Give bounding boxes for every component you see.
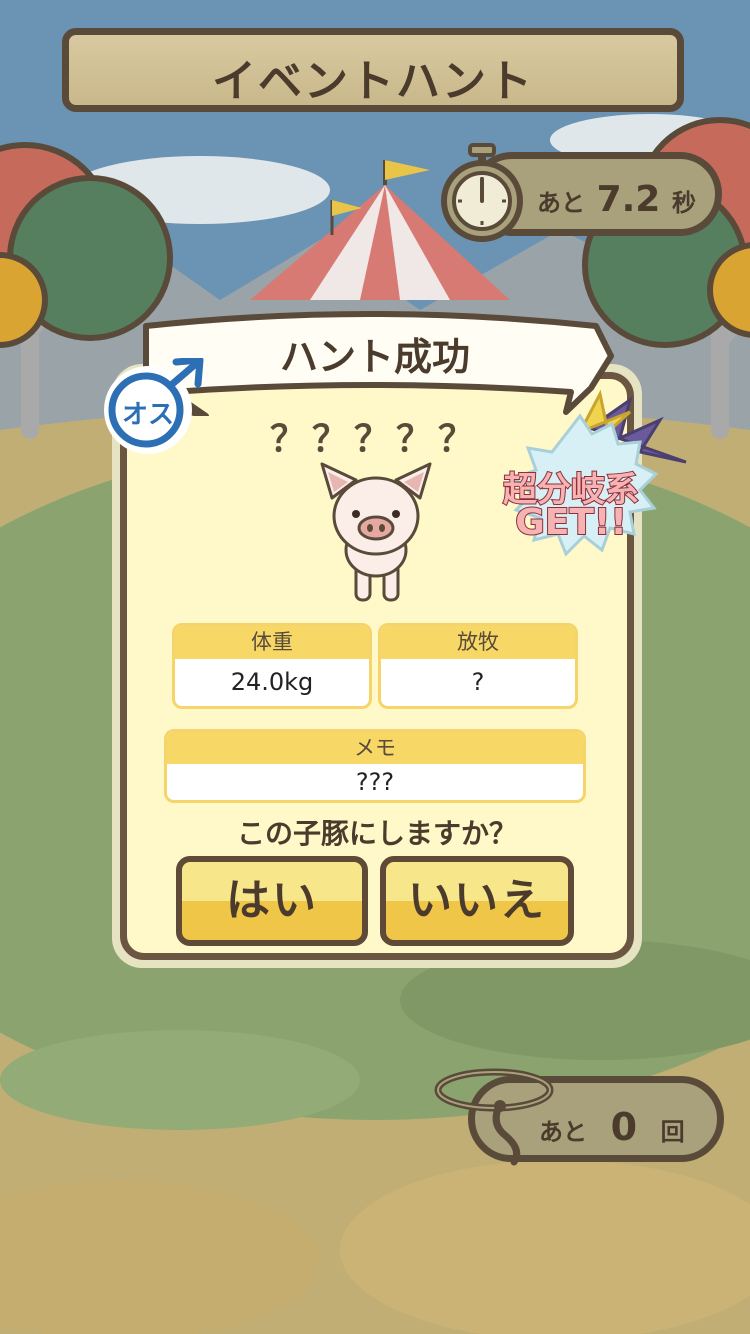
confirm-question: この子豚にしますか？ [236,817,517,850]
memo-value: ??? [355,768,395,796]
stopwatch-icon [441,143,523,242]
yes-button-label: はい [226,875,318,926]
memo-stat: メモ ??? [164,729,586,803]
attempts-value: 0 [610,1105,638,1149]
weight-stat: 体重 24.0kg [172,623,372,709]
timer-prefix: あと [537,189,585,217]
gender-label: オス [121,400,174,430]
memo-label: メモ [167,732,583,764]
grazing-label: 放牧 [381,626,575,659]
title-board: イベントハント [62,28,684,112]
weight-value: 24.0kg [230,668,314,696]
attempts-unit: 回 [660,1118,685,1146]
piglet-image [320,462,432,602]
grazing-stat: 放牧 ? [378,623,578,709]
timer-value: 7.2 [596,179,661,220]
no-button[interactable]: いいえ [380,856,574,946]
yes-button[interactable]: はい [176,856,368,946]
result-title: ハント成功 [279,335,470,379]
screen-title: イベントハント [212,56,534,107]
grazing-value: ? [471,668,485,696]
badge-text-line2: GET!! [514,501,628,544]
timer-unit: 秒 [671,189,696,217]
weight-label: 体重 [175,626,369,659]
lasso-rope-icon [434,1068,554,1166]
pig-name: ？？？？？ [269,419,480,460]
no-button-label: いいえ [408,875,546,926]
